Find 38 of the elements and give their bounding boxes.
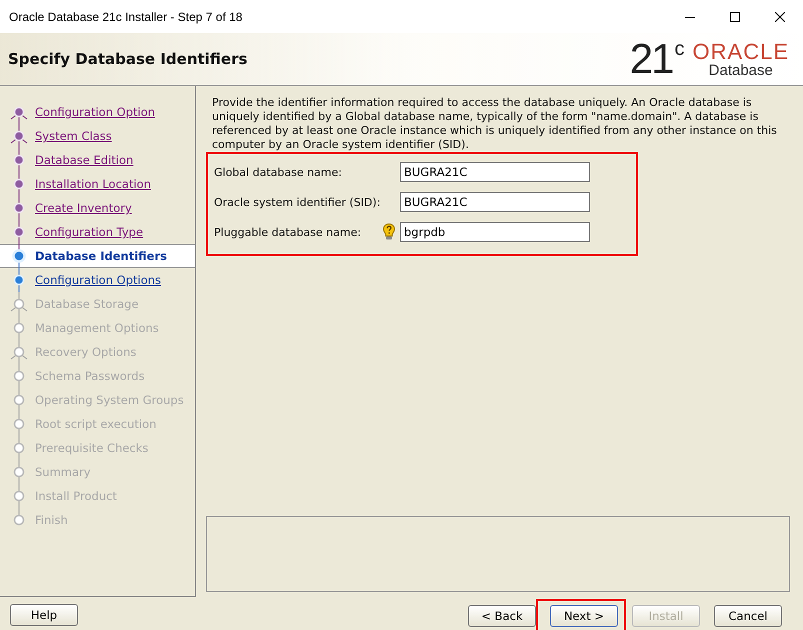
step-label: Prerequisite Checks: [35, 441, 148, 455]
hint-bulb-icon[interactable]: [382, 223, 396, 241]
cancel-button[interactable]: Cancel: [714, 604, 782, 626]
step-link[interactable]: Configuration Options: [35, 273, 162, 287]
nav-button[interactable]: Next >: [550, 605, 618, 627]
step-label: Operating System Groups: [35, 393, 184, 407]
maximize-icon[interactable]: [730, 12, 740, 22]
step-label: Schema Passwords: [35, 369, 145, 383]
step-label: Root script execution: [35, 417, 156, 431]
logo-product: Database: [708, 62, 773, 79]
logo-version: 21: [630, 38, 673, 80]
text-field[interactable]: bgrpdb: [400, 222, 590, 242]
step-link[interactable]: Configuration Type: [35, 225, 144, 239]
field-label: Global database name:: [214, 166, 343, 178]
page-title: Specify Database Identifiers: [8, 50, 248, 68]
step-link[interactable]: Database Edition: [35, 153, 134, 167]
logo-brand: ORACLE: [692, 42, 789, 62]
field-label: Oracle system identifier (SID):: [214, 196, 382, 208]
step-label: Recovery Options: [35, 345, 136, 359]
text-field[interactable]: BUGRA21C: [400, 162, 590, 182]
window-title: Oracle Database 21c Installer - Step 7 of 18: [9, 10, 242, 24]
step-label: Database Storage: [35, 297, 139, 311]
logo-superscript: c: [674, 38, 685, 60]
step-label: Summary: [35, 465, 91, 479]
text-field[interactable]: BUGRA21C: [400, 192, 590, 212]
close-icon[interactable]: [775, 12, 785, 22]
field-label: Pluggable database name:: [214, 226, 362, 238]
step-link[interactable]: Create Inventory: [35, 201, 132, 215]
nav-button[interactable]: < Back: [468, 604, 536, 626]
description-text: Provide the identifier information required to access the database uniquely. An Oracle database is uniquely identified by a Global database name, typically of the form "name.domain". A database is referenced by at least one Oracle instance which is uniquely identified from any other instance on this computer by an Oracle system identifier (SID).: [212, 96, 778, 152]
step-link[interactable]: Configuration Option: [35, 105, 156, 119]
current-step[interactable]: Database Identifiers: [0, 244, 195, 268]
help-button[interactable]: Help: [10, 604, 78, 626]
step-label: Install Product: [35, 489, 117, 503]
step-label: Management Options: [35, 321, 159, 335]
step-link[interactable]: Installation Location: [35, 177, 151, 191]
step-label: Finish: [35, 513, 68, 527]
step-link[interactable]: System Class: [35, 129, 112, 143]
